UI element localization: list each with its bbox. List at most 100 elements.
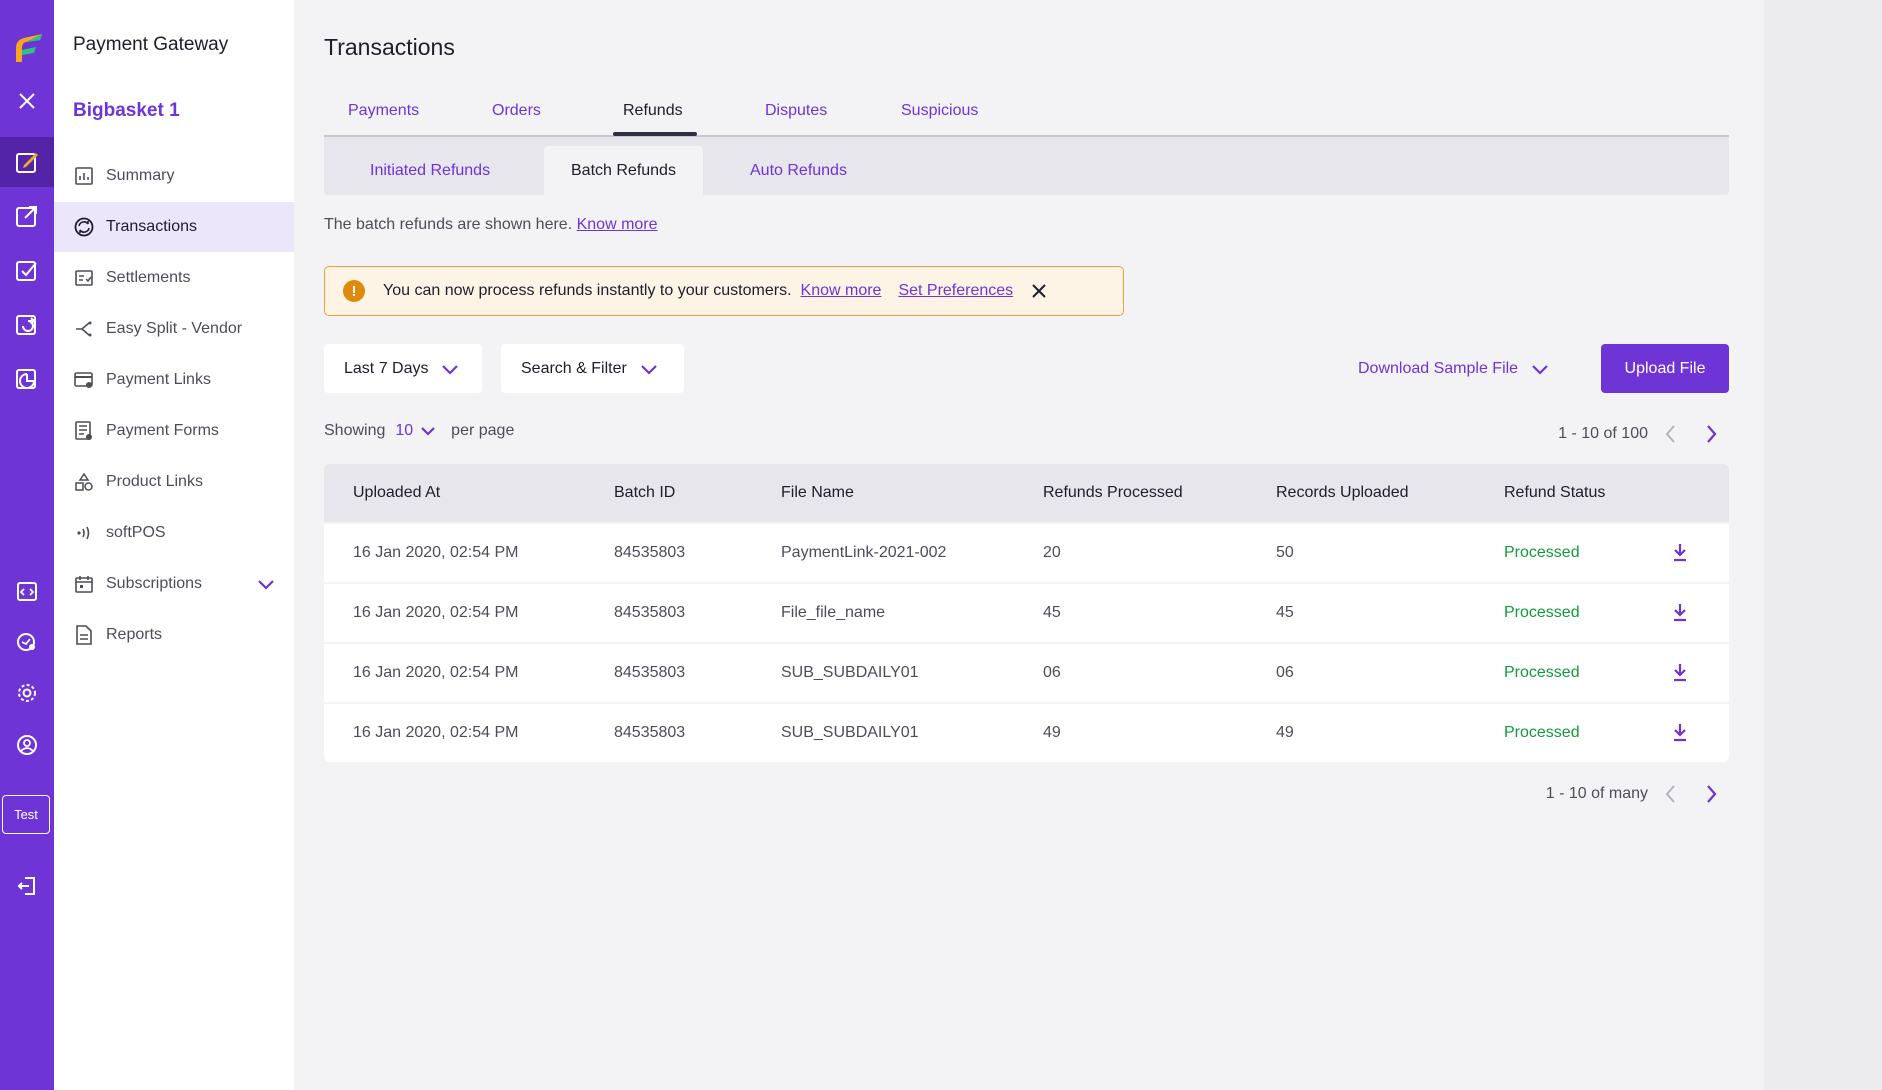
test-mode-toggle[interactable]: Test (2, 795, 50, 834)
subtab-batch-refunds[interactable]: Batch Refunds (544, 146, 703, 195)
tab-payments[interactable]: Payments (348, 102, 419, 120)
close-icon (19, 93, 35, 109)
subtab-auto-refunds[interactable]: Auto Refunds (723, 146, 874, 195)
date-range-dropdown[interactable]: Last 7 Days (324, 344, 482, 393)
column-file-name: File Name (781, 484, 854, 501)
rail-risk[interactable] (0, 617, 54, 667)
calendar-icon (74, 574, 94, 594)
set-preferences-link[interactable]: Set Preferences (898, 282, 1013, 300)
tab-suspicious[interactable]: Suspicious (901, 102, 978, 120)
verify-icon (16, 261, 37, 281)
cashfree-logo-icon (16, 34, 42, 62)
cell-uploaded-at: 16 Jan 2020, 02:54 PM (353, 724, 519, 741)
download-icon[interactable] (1672, 722, 1688, 747)
sidebar-item-payment-forms[interactable]: Payment Forms (54, 406, 294, 456)
download-icon[interactable] (1672, 602, 1688, 627)
download-icon[interactable] (1672, 662, 1688, 687)
payment-link-icon (74, 370, 94, 390)
per-page-selector: Showing 10 per page (324, 422, 514, 440)
subtab-initiated-refunds[interactable]: Initiated Refunds (343, 146, 517, 195)
bar-chart-icon (74, 166, 94, 186)
table-row[interactable]: 16 Jan 2020, 02:54 PM 84535803 PaymentLi… (324, 524, 1729, 582)
tab-orders[interactable]: Orders (492, 102, 541, 120)
info-line: The batch refunds are shown here. Know m… (324, 216, 658, 234)
banner-close-button[interactable] (1031, 283, 1047, 299)
table-header: Uploaded At Batch ID File Name Refunds P… (324, 464, 1729, 522)
cell-file-name: File_file_name (781, 604, 886, 621)
sidebar-item-reports[interactable]: Reports (54, 610, 294, 660)
chevron-down-icon (442, 364, 459, 375)
status-badge: Processed (1504, 544, 1580, 561)
upload-file-button[interactable]: Upload File (1601, 344, 1729, 393)
tab-refunds[interactable]: Refunds (623, 102, 683, 120)
sidebar-item-easy-split[interactable]: Easy Split - Vendor (54, 304, 294, 354)
rail-profile[interactable] (0, 720, 54, 770)
cell-records-uploaded: 06 (1276, 664, 1294, 681)
cell-uploaded-at: 16 Jan 2020, 02:54 PM (353, 664, 519, 681)
table-row[interactable]: 16 Jan 2020, 02:54 PM 84535803 SUB_SUBDA… (324, 644, 1729, 702)
chevron-down-icon[interactable] (256, 574, 276, 594)
sidebar-item-payment-links[interactable]: Payment Links (54, 355, 294, 405)
refresh-doc-icon (16, 315, 36, 335)
gear-icon (18, 684, 36, 702)
table-row[interactable]: 16 Jan 2020, 02:54 PM 84535803 File_file… (324, 584, 1729, 642)
active-tab-indicator (613, 132, 697, 136)
sidebar-item-settlements[interactable]: Settlements (54, 253, 294, 303)
rail-subscriptions[interactable] (0, 299, 54, 349)
rail-payment-gateway[interactable] (0, 137, 54, 187)
per-page-value[interactable]: 10 (395, 422, 413, 440)
sidebar-item-product-links[interactable]: Product Links (54, 457, 294, 507)
close-menu-button[interactable] (0, 76, 54, 126)
edit-document-icon (16, 153, 38, 173)
user-circle-icon (17, 735, 37, 755)
sidebar-item-summary[interactable]: Summary (54, 151, 294, 201)
cell-refunds-processed: 45 (1043, 604, 1061, 621)
rail-settings[interactable] (0, 668, 54, 718)
per-page-chevron[interactable] (419, 422, 437, 440)
logout-icon (17, 877, 35, 895)
next-page-button[interactable] (1694, 782, 1728, 806)
cell-uploaded-at: 16 Jan 2020, 02:54 PM (353, 544, 519, 561)
report-icon (74, 625, 94, 645)
transaction-tabs: Payments Orders Refunds Disputes Suspici… (324, 88, 1729, 137)
cell-file-name: PaymentLink-2021-002 (781, 544, 947, 561)
column-refund-status: Refund Status (1504, 484, 1606, 501)
close-icon (1032, 284, 1046, 298)
column-uploaded-at: Uploaded At (353, 484, 441, 501)
table-row[interactable]: 16 Jan 2020, 02:54 PM 84535803 SUB_SUBDA… (324, 704, 1729, 762)
logout-button[interactable] (0, 861, 54, 911)
pager-top: 1 - 10 of 100 (1558, 422, 1728, 446)
merchant-name[interactable]: Bigbasket 1 (73, 100, 180, 122)
column-refunds-processed: Refunds Processed (1043, 484, 1183, 501)
next-page-button[interactable] (1694, 422, 1728, 446)
shield-globe-icon (17, 633, 35, 651)
download-sample-file-dropdown[interactable]: Download Sample File (1358, 344, 1550, 393)
cell-refunds-processed: 20 (1043, 544, 1061, 561)
sidebar-item-subscriptions[interactable]: Subscriptions (54, 559, 294, 609)
search-filter-dropdown[interactable]: Search & Filter (501, 344, 684, 393)
prev-page-button[interactable] (1654, 782, 1688, 806)
warning-icon: ! (343, 280, 365, 302)
know-more-link[interactable]: Know more (577, 216, 658, 233)
cell-refunds-processed: 06 (1043, 664, 1061, 681)
download-icon[interactable] (1672, 542, 1688, 567)
sidebar-item-transactions[interactable]: Transactions (54, 202, 294, 252)
prev-page-button[interactable] (1654, 422, 1688, 446)
cell-batch-id: 84535803 (614, 544, 686, 561)
chevron-down-icon (641, 364, 657, 375)
softpos-icon (74, 523, 94, 543)
tab-disputes[interactable]: Disputes (765, 102, 827, 120)
page-title: Transactions (324, 34, 455, 60)
sidebar: Payment Gateway Bigbasket 1 Summary Tran… (54, 0, 294, 1090)
pie-doc-icon (16, 369, 36, 389)
rail-verification[interactable] (0, 245, 54, 295)
sidebar-item-softpos[interactable]: softPOS (54, 508, 294, 558)
cell-refunds-processed: 49 (1043, 724, 1061, 741)
rail-reports[interactable] (0, 353, 54, 403)
column-records-uploaded: Records Uploaded (1276, 484, 1409, 501)
rail-payouts[interactable] (0, 191, 54, 241)
rail-developers[interactable] (0, 566, 54, 616)
cell-records-uploaded: 45 (1276, 604, 1294, 621)
sidebar-item-label: Reports (106, 626, 163, 643)
banner-know-more-link[interactable]: Know more (801, 282, 882, 300)
